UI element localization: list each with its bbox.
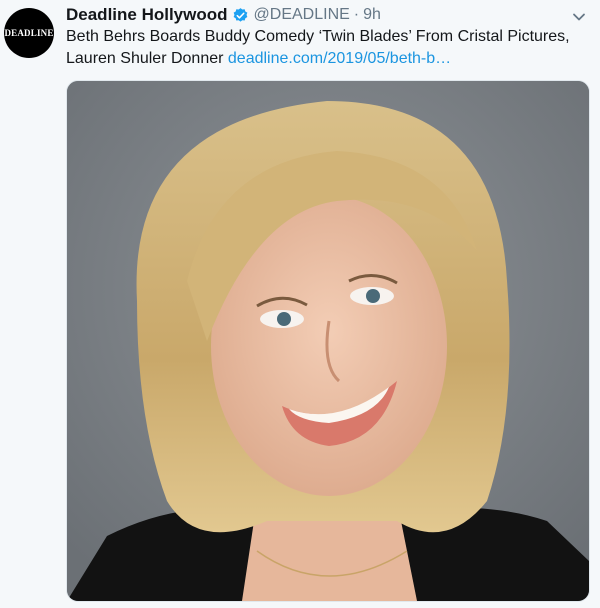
timestamp[interactable]: 9h bbox=[363, 6, 381, 24]
tweet: DEADLINE Deadline Hollywood @DEADLINE · … bbox=[0, 0, 600, 608]
verified-badge-icon bbox=[232, 7, 249, 24]
chevron-down-icon[interactable] bbox=[572, 10, 586, 24]
handle[interactable]: @DEADLINE bbox=[254, 6, 350, 24]
avatar[interactable]: DEADLINE bbox=[4, 8, 54, 58]
tweet-link[interactable]: deadline.com/2019/05/beth-b… bbox=[228, 50, 451, 67]
tweet-photo[interactable] bbox=[66, 80, 590, 602]
tweet-header: Deadline Hollywood @DEADLINE · 9h bbox=[66, 4, 560, 26]
display-name[interactable]: Deadline Hollywood bbox=[66, 5, 228, 25]
avatar-logo-text: DEADLINE bbox=[4, 28, 54, 38]
separator-dot: · bbox=[353, 6, 360, 23]
portrait-image bbox=[67, 81, 589, 601]
tweet-text: Beth Behrs Boards Buddy Comedy ‘Twin Bla… bbox=[66, 26, 582, 70]
